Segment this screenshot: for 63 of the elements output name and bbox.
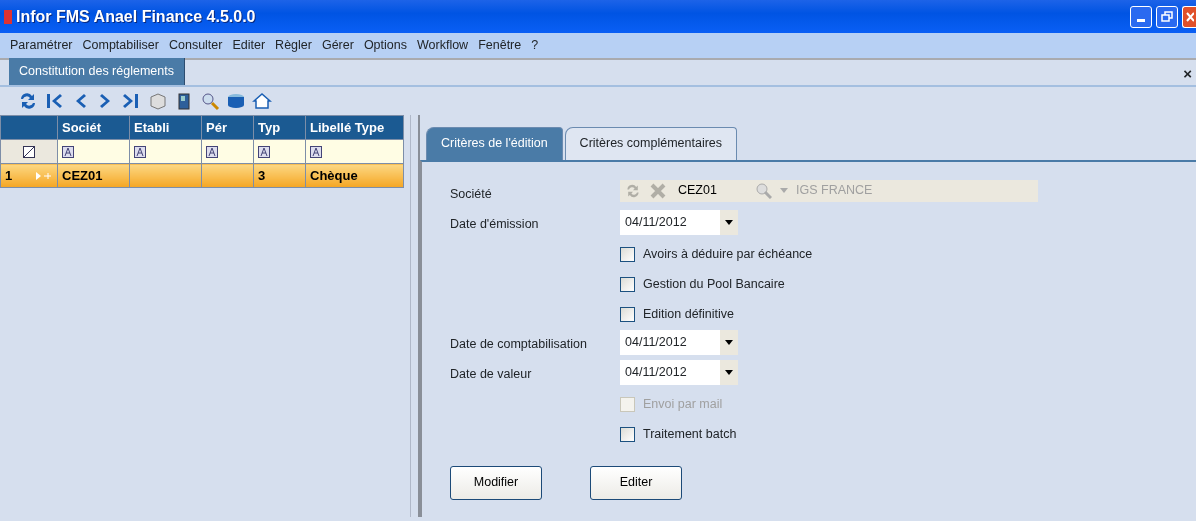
column-header[interactable]: Typ	[253, 115, 306, 140]
app-icon	[4, 9, 12, 24]
date-field[interactable]: 04/11/2012	[620, 359, 738, 385]
close-icon	[1185, 11, 1194, 22]
tab[interactable]: Critères complémentaires	[564, 127, 738, 160]
first-icon[interactable]	[44, 91, 64, 111]
menu-item[interactable]: Editer	[228, 36, 272, 55]
text-filter-icon[interactable]	[310, 146, 322, 159]
field-label: Date de valeur	[450, 365, 533, 383]
lookup-code: CEZ01	[678, 182, 718, 200]
close-icon[interactable]: ×	[1183, 62, 1192, 85]
column-header[interactable]: Etabli	[129, 115, 202, 140]
checkbox-label: Envoi par mail	[643, 396, 723, 414]
checkbox[interactable]	[620, 427, 635, 443]
text-filter-icon[interactable]	[206, 146, 218, 159]
drum-icon[interactable]	[226, 91, 246, 111]
close-button[interactable]	[1182, 5, 1196, 28]
action-button[interactable]: Editer	[590, 465, 682, 500]
refresh-icon[interactable]	[18, 91, 38, 111]
home-icon[interactable]	[252, 91, 272, 111]
menu-item[interactable]: Consulter	[164, 36, 229, 55]
restore-icon	[1161, 10, 1173, 23]
row-number: 1	[5, 167, 13, 183]
table-cell: Chèque	[305, 163, 404, 188]
field-label: Société	[450, 185, 493, 203]
date-field[interactable]: 04/11/2012	[620, 329, 738, 355]
checkbox-label: Gestion du Pool Bancaire	[643, 276, 785, 294]
dropdown-caret-icon[interactable]	[725, 369, 733, 375]
checkbox[interactable]	[620, 307, 635, 323]
date-field[interactable]: 04/11/2012	[620, 209, 738, 235]
menu-item[interactable]: Comptabiliser	[78, 36, 165, 55]
tab[interactable]: Critères de l'édition	[426, 127, 563, 160]
window-title: Infor FMS Anael Finance 4.5.0.0	[16, 6, 256, 27]
text-filter-icon[interactable]	[258, 146, 270, 159]
restore-button[interactable]	[1156, 5, 1178, 28]
filter-clear-icon[interactable]	[23, 146, 35, 159]
menu-item[interactable]: Paramétrer	[6, 36, 79, 55]
search-icon[interactable]	[200, 91, 220, 111]
action-button[interactable]: Modifier	[450, 465, 542, 500]
menu-item[interactable]: Fenêtre	[474, 36, 528, 55]
column-header[interactable]: Pér	[201, 115, 254, 140]
lookup-name: IGS FRANCE	[796, 182, 873, 200]
field-label: Date d'émission	[450, 215, 540, 233]
checkbox-label: Traitement batch	[643, 426, 737, 444]
checkbox[interactable]	[620, 277, 635, 293]
text-filter-icon[interactable]	[62, 146, 74, 159]
menu-item[interactable]: Gérer	[317, 36, 360, 55]
minimize-icon	[1137, 19, 1145, 22]
checkbox-label: Avoirs à déduire par échéance	[643, 246, 813, 264]
document-tab[interactable]: Constitution des réglements	[9, 58, 185, 85]
text-filter-icon[interactable]	[134, 146, 146, 159]
checkbox-label: Edition définitive	[643, 306, 735, 324]
dropdown-caret-icon[interactable]	[725, 219, 733, 225]
field-label: Date de comptabilisation	[450, 335, 588, 353]
checkbox[interactable]	[620, 247, 635, 263]
menu-item[interactable]: Règler	[271, 36, 318, 55]
menu-item[interactable]: Options	[359, 36, 413, 55]
dropdown-caret-icon[interactable]	[725, 339, 733, 345]
menu-item[interactable]: ?	[527, 36, 545, 55]
column-header[interactable]: Sociét	[57, 115, 130, 140]
menu-item[interactable]: Workflow	[413, 36, 475, 55]
column-header[interactable]: Libellé Type	[305, 115, 404, 140]
minimize-button[interactable]	[1130, 5, 1152, 28]
